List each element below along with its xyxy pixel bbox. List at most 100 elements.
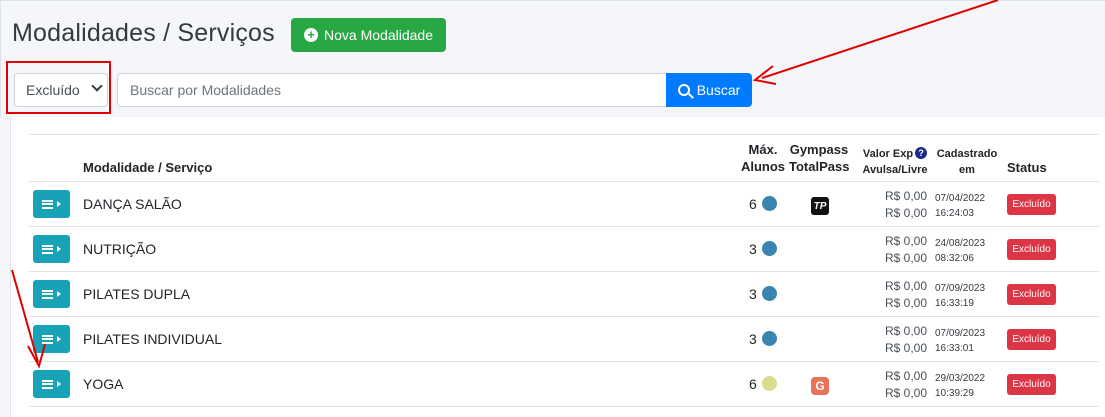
col-valor-text: Valor Exp [862, 148, 914, 160]
created-date: 29/03/2022 [935, 373, 986, 384]
color-dot [762, 196, 777, 211]
modality-name: PILATES INDIVIDUAL [83, 331, 223, 347]
new-modality-button[interactable]: + Nova Modalidade [291, 18, 446, 52]
row-menu-button[interactable] [33, 235, 70, 263]
price-values: R$ 0,00 R$ 0,00 [881, 368, 927, 402]
price-values: R$ 0,00 R$ 0,00 [881, 188, 927, 222]
search-button-label: Buscar [696, 82, 741, 98]
row-menu-button[interactable] [33, 325, 70, 353]
table-row: PILATES INDIVIDUAL 3 R$ 0,00 R$ 0,00 07/… [29, 317, 1099, 362]
created-time: 16:33:19 [935, 298, 974, 309]
help-icon[interactable]: ? [915, 147, 928, 159]
price-free: R$ 0,00 [884, 341, 927, 355]
price-single: R$ 0,00 [884, 369, 927, 383]
status-badge: Excluído [1007, 239, 1056, 260]
created-date: 07/04/2022 [935, 193, 986, 204]
col-created-line1: Cadastrado [936, 148, 998, 160]
menu-icon [42, 334, 53, 344]
search-icon [677, 84, 690, 96]
status-badge: Excluído [1007, 374, 1056, 395]
menu-icon [42, 289, 53, 299]
price-values: R$ 0,00 R$ 0,00 [881, 233, 927, 267]
content-panel: Modalidade / Serviço Máx. Alunos Gympass… [10, 117, 1105, 417]
price-single: R$ 0,00 [884, 324, 927, 338]
search-input[interactable]: Buscar por Modalidades [117, 73, 667, 107]
price-free: R$ 0,00 [884, 206, 927, 220]
status-badge: Excluído [1007, 329, 1056, 350]
price-single: R$ 0,00 [884, 234, 927, 248]
col-max-line2: Alunos [740, 159, 786, 174]
price-values: R$ 0,00 R$ 0,00 [881, 278, 927, 312]
col-status: Status [1007, 160, 1047, 175]
created-date: 07/09/2023 [935, 328, 986, 339]
row-menu-button[interactable] [33, 190, 70, 218]
created-time: 10:39:29 [935, 388, 974, 399]
price-single: R$ 0,00 [884, 189, 927, 203]
price-free: R$ 0,00 [884, 386, 927, 400]
menu-icon [42, 199, 53, 209]
modalities-table: Modalidade / Serviço Máx. Alunos Gympass… [29, 134, 1099, 407]
modality-name: DANÇA SALÃO [83, 196, 182, 212]
modality-name: PILATES DUPLA [83, 286, 191, 302]
new-modality-label: Nova Modalidade [324, 27, 433, 43]
created-date: 07/09/2023 [935, 283, 986, 294]
menu-icon [42, 379, 53, 389]
page-header: Modalidades / Serviços + Nova Modalidade… [0, 0, 1105, 117]
row-menu-button[interactable] [33, 280, 70, 308]
max-students: 3 [749, 286, 757, 302]
page-title: Modalidades / Serviços [12, 19, 275, 47]
created-time: 16:24:03 [935, 208, 974, 219]
max-students: 3 [749, 241, 757, 257]
color-dot [762, 241, 777, 256]
table-header: Modalidade / Serviço Máx. Alunos Gympass… [29, 134, 1099, 182]
price-free: R$ 0,00 [884, 251, 927, 265]
table-body: DANÇA SALÃO 6 TP R$ 0,00 R$ 0,00 07/04/2… [29, 182, 1099, 407]
max-students: 6 [749, 196, 757, 212]
caret-right-icon [57, 336, 61, 342]
col-valor-line1: Valor Exp? [857, 146, 933, 162]
color-dot [762, 331, 777, 346]
price-single: R$ 0,00 [884, 279, 927, 293]
color-dot [762, 286, 777, 301]
col-created-line2: em [959, 164, 975, 176]
max-students: 6 [749, 376, 757, 392]
price-values: R$ 0,00 R$ 0,00 [881, 323, 927, 357]
plus-circle-icon: + [304, 28, 319, 42]
max-students: 3 [749, 331, 757, 347]
col-valor: Valor Exp? Avulsa/Livre [857, 146, 933, 178]
created-time: 16:33:01 [935, 343, 974, 354]
color-dot [762, 376, 777, 391]
search-button[interactable]: Buscar [666, 73, 752, 107]
status-badge: Excluído [1007, 194, 1056, 215]
caret-right-icon [57, 381, 61, 387]
row-menu-button[interactable] [33, 370, 70, 398]
status-badge: Excluído [1007, 284, 1056, 305]
table-row: YOGA 6 G R$ 0,00 R$ 0,00 29/03/2022 10:3… [29, 362, 1099, 407]
col-name: Modalidade / Serviço [83, 160, 213, 175]
col-max: Máx. Alunos [739, 141, 787, 175]
modality-name: YOGA [83, 376, 124, 392]
menu-icon [42, 244, 53, 254]
created-at: 07/04/2022 16:24:03 [935, 191, 985, 221]
caret-right-icon [57, 201, 61, 207]
created-date: 24/08/2023 [935, 238, 986, 249]
caret-right-icon [57, 246, 61, 252]
table-row: DANÇA SALÃO 6 TP R$ 0,00 R$ 0,00 07/04/2… [29, 182, 1099, 227]
table-row: NUTRIÇÃO 3 R$ 0,00 R$ 0,00 24/08/2023 08… [29, 227, 1099, 272]
col-partner: Gympass TotalPass [789, 141, 849, 175]
created-at: 29/03/2022 10:39:29 [935, 371, 985, 401]
col-valor-line2: Avulsa/Livre [862, 164, 928, 176]
annotation-highlight-box [6, 61, 111, 114]
col-partner-line2: TotalPass [789, 159, 850, 174]
table-row: PILATES DUPLA 3 R$ 0,00 R$ 0,00 07/09/20… [29, 272, 1099, 317]
col-created: Cadastrado em [935, 146, 999, 178]
col-max-line1: Máx. [748, 142, 778, 157]
created-at: 07/09/2023 16:33:19 [935, 281, 985, 311]
created-at: 07/09/2023 16:33:01 [935, 326, 985, 356]
col-partner-line1: Gympass [789, 142, 849, 157]
price-free: R$ 0,00 [884, 296, 927, 310]
search-placeholder: Buscar por Modalidades [130, 82, 281, 98]
modality-name: NUTRIÇÃO [83, 241, 157, 257]
created-at: 24/08/2023 08:32:06 [935, 236, 985, 266]
gympass-icon: G [811, 377, 829, 395]
